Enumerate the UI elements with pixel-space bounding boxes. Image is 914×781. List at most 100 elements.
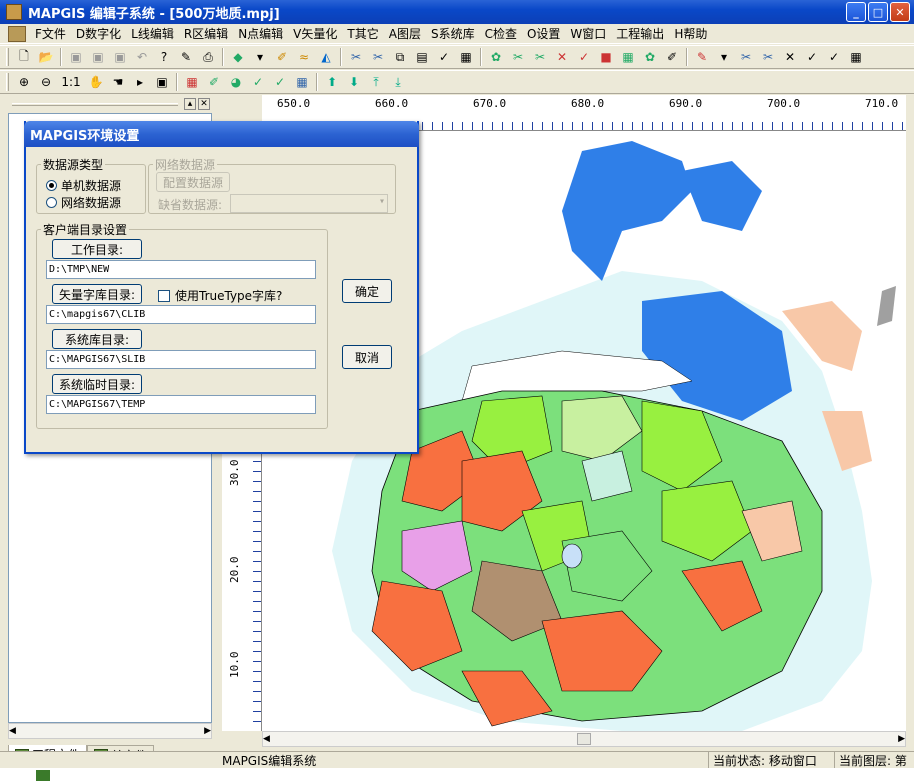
tool-c-icon[interactable]: ⧉ [391,48,409,66]
slib-dir-field[interactable]: C:\MAPGIS67\SLIB [46,350,316,369]
radio-local-dot[interactable] [46,180,57,191]
dropdown2-icon[interactable]: ▾ [715,48,733,66]
layer-b-icon[interactable]: ✐ [205,73,223,91]
menu-project-output[interactable]: 工程输出 [611,25,669,42]
tool-u-icon[interactable]: ✓ [825,48,843,66]
region-tool-icon[interactable]: ◭ [317,48,335,66]
menu-layer[interactable]: A图层 [384,25,426,42]
zoom-1to1-icon[interactable]: 1:1 [59,73,83,91]
layer-d-icon[interactable]: ✓ [249,73,267,91]
close-button[interactable]: ✕ [890,2,910,22]
move-bottom-icon[interactable]: ⤓ [389,73,407,91]
move-top-icon[interactable]: ⤒ [367,73,385,91]
work-dir-field[interactable]: D:\TMP\NEW [46,260,316,279]
tool-b-icon[interactable]: ✂ [369,48,387,66]
line-tool-icon[interactable]: ✐ [273,48,291,66]
tool-q-icon[interactable]: ✂ [737,48,755,66]
menu-region-edit[interactable]: R区编辑 [179,25,233,42]
dropdown-icon[interactable]: ▾ [251,48,269,66]
tool-l-icon[interactable]: ■ [597,48,615,66]
zoom-in-icon[interactable]: ⊕ [15,73,33,91]
taskbar-app-icon[interactable] [36,770,50,781]
select-icon[interactable]: ▸ [131,73,149,91]
work-dir-button[interactable]: 工作目录: [52,239,142,259]
undo-icon[interactable]: ↶ [133,48,151,66]
truetype-checkbox[interactable]: 使用TrueType字库? [158,287,282,304]
menu-help[interactable]: H帮助 [669,25,712,42]
window-icon[interactable]: ▣ [153,73,171,91]
menu-window[interactable]: W窗口 [565,25,611,42]
save-icon[interactable]: ▣ [67,48,85,66]
maximize-button[interactable]: □ [868,2,888,22]
tool-i-icon[interactable]: ✂ [531,48,549,66]
tool-s-icon[interactable]: ✕ [781,48,799,66]
default-source-select[interactable]: ▾ [230,194,388,213]
tool-v-icon[interactable]: ▦ [847,48,865,66]
tool-m-icon[interactable]: ▦ [619,48,637,66]
menu-vectorize[interactable]: V矢量化 [288,25,342,42]
font-dir-field[interactable]: C:\mapgis67\CLIB [46,305,316,324]
map-horizontal-scrollbar[interactable]: ◀ ▶ [262,731,906,747]
tool-n-icon[interactable]: ✿ [641,48,659,66]
open-icon[interactable]: 📂 [37,48,55,66]
taskbar [0,768,914,781]
radio-network-dot[interactable] [46,197,57,208]
save-as-icon[interactable]: ▣ [89,48,107,66]
tool-a-icon[interactable]: ✂ [347,48,365,66]
map-scroll-thumb[interactable] [577,733,591,745]
save-all-icon[interactable]: ▣ [111,48,129,66]
arrow-down-icon[interactable]: ⬇ [345,73,363,91]
tool-o-icon[interactable]: ✐ [663,48,681,66]
layer-f-icon[interactable]: ▦ [293,73,311,91]
menu-digitize[interactable]: D数字化 [71,25,126,42]
tool-t-icon[interactable]: ✓ [803,48,821,66]
panel-horizontal-scrollbar[interactable]: ◀ ▶ [8,723,212,739]
panel-close-button[interactable]: ✕ [198,98,210,110]
arrow-up-icon[interactable]: ⬆ [323,73,341,91]
scroll-left-icon[interactable]: ◀ [9,726,16,736]
menu-check[interactable]: C检查 [480,25,522,42]
minimize-button[interactable]: _ [846,2,866,22]
menu-file[interactable]: F文件 [30,25,71,42]
slib-dir-button[interactable]: 系统库目录: [52,329,142,349]
help-cursor-icon[interactable]: ? [155,48,173,66]
truetype-box[interactable] [158,289,170,302]
tool-h-icon[interactable]: ✂ [509,48,527,66]
tool-f-icon[interactable]: ▦ [457,48,475,66]
config-source-button[interactable]: 配置数据源 [156,172,230,192]
menu-line-edit[interactable]: L线编辑 [126,25,179,42]
hand-icon[interactable]: ☚ [109,73,127,91]
map-scroll-right-icon[interactable]: ▶ [898,734,905,744]
edit-icon[interactable]: ✎ [177,48,195,66]
tool-p-icon[interactable]: ✎ [693,48,711,66]
tool-g-icon[interactable]: ✿ [487,48,505,66]
tool-k-icon[interactable]: ✓ [575,48,593,66]
map-scroll-left-icon[interactable]: ◀ [263,734,270,744]
menu-other[interactable]: T其它 [342,25,383,42]
panel-restore-button[interactable]: ▴ [184,98,196,110]
layer-c-icon[interactable]: ◕ [227,73,245,91]
line-tool2-icon[interactable]: ≈ [295,48,313,66]
print-icon[interactable]: ⎙ [199,48,217,66]
temp-dir-button[interactable]: 系统临时目录: [52,374,142,394]
zoom-out-icon[interactable]: ⊖ [37,73,55,91]
scroll-right-icon[interactable]: ▶ [204,726,211,736]
menu-point-edit[interactable]: N点编辑 [233,25,288,42]
layer-e-icon[interactable]: ✓ [271,73,289,91]
radio-local-source[interactable]: 单机数据源 [46,177,121,194]
menu-system-library[interactable]: S系统库 [426,25,480,42]
temp-dir-field[interactable]: C:\MAPGIS67\TEMP [46,395,316,414]
point-tool-icon[interactable]: ◆ [229,48,247,66]
new-icon[interactable]: 🗋 [15,48,33,66]
tool-j-icon[interactable]: ✕ [553,48,571,66]
pan-icon[interactable]: ✋ [87,73,105,91]
font-dir-button[interactable]: 矢量字库目录: [52,284,142,304]
menu-settings[interactable]: O设置 [522,25,565,42]
cancel-button[interactable]: 取消 [342,345,392,369]
tool-e-icon[interactable]: ✓ [435,48,453,66]
radio-network-source[interactable]: 网络数据源 [46,194,121,211]
tool-d-icon[interactable]: ▤ [413,48,431,66]
ok-button[interactable]: 确定 [342,279,392,303]
tool-r-icon[interactable]: ✂ [759,48,777,66]
layer-a-icon[interactable]: ▦ [183,73,201,91]
